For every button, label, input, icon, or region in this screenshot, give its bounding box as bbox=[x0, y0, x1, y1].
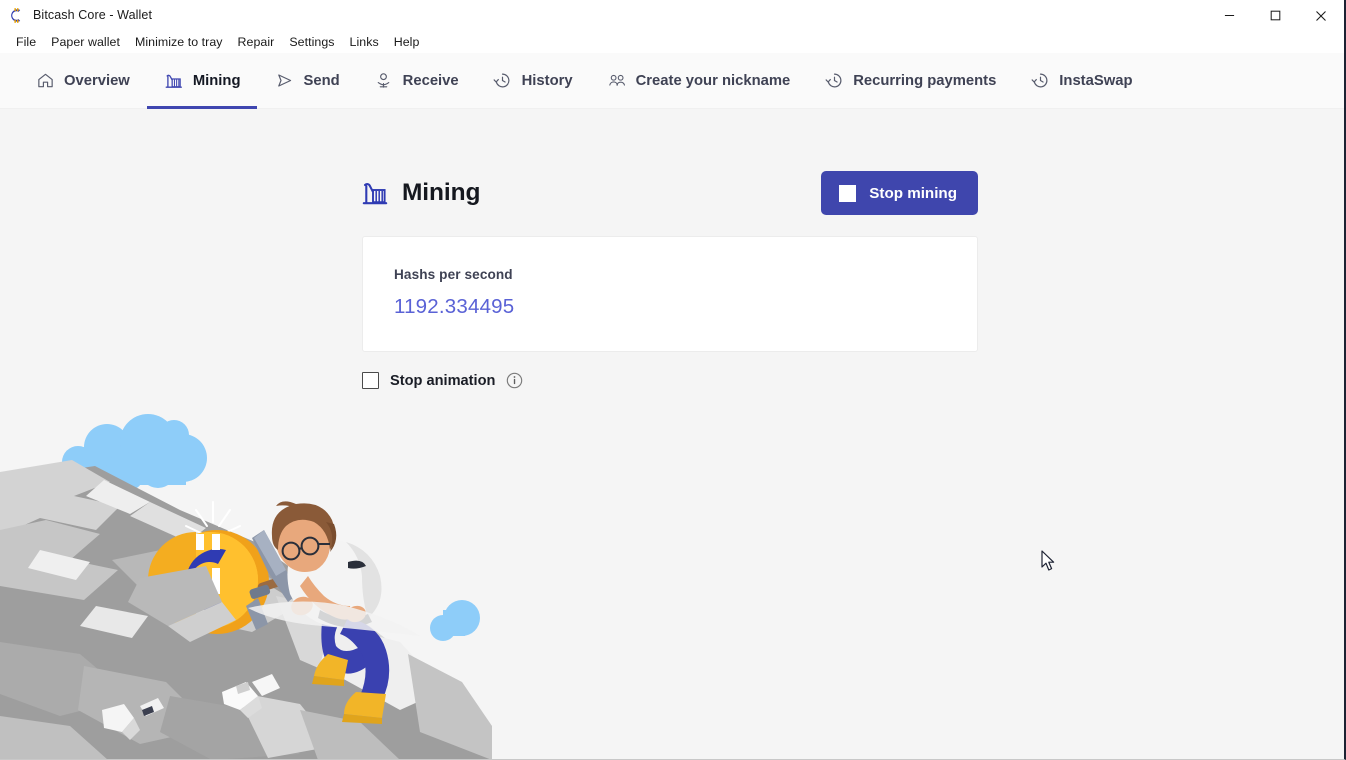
bitcash-coin-icon bbox=[148, 530, 269, 634]
info-circle-icon[interactable] bbox=[506, 372, 523, 389]
send-paper-plane-icon bbox=[274, 71, 294, 91]
tab-label: InstaSwap bbox=[1059, 72, 1133, 89]
tab-create-your-nickname[interactable]: Create your nickname bbox=[590, 53, 808, 108]
title-bar: Bitcash Core - Wallet bbox=[0, 0, 1344, 31]
tab-label: Receive bbox=[402, 72, 459, 89]
menu-item-file[interactable]: File bbox=[9, 33, 44, 51]
menu-item-repair[interactable]: Repair bbox=[231, 33, 283, 51]
app-window: Bitcash Core - Wallet File Paper wallet … bbox=[0, 0, 1346, 760]
stop-animation-row[interactable]: Stop animation bbox=[362, 372, 523, 389]
minimize-icon bbox=[1224, 14, 1234, 17]
home-icon bbox=[35, 71, 55, 91]
tab-label: History bbox=[521, 72, 573, 89]
menu-item-help[interactable]: Help bbox=[387, 33, 428, 51]
page-title: Mining bbox=[402, 179, 481, 206]
tab-label: Overview bbox=[64, 72, 130, 89]
oil-pump-icon bbox=[362, 179, 388, 207]
tab-label: Send bbox=[303, 72, 340, 89]
menu-item-minimize-to-tray[interactable]: Minimize to tray bbox=[128, 33, 231, 51]
window-title: Bitcash Core - Wallet bbox=[33, 8, 153, 22]
hashrate-value: 1192.334495 bbox=[394, 295, 515, 318]
minimize-button[interactable] bbox=[1206, 0, 1252, 31]
tab-label: Recurring payments bbox=[853, 72, 997, 89]
window-controls bbox=[1206, 0, 1344, 31]
glasses-icon bbox=[281, 536, 330, 561]
tab-recurring-payments[interactable]: Recurring payments bbox=[807, 53, 1013, 108]
clock-history-icon bbox=[1030, 71, 1050, 91]
stop-mining-button[interactable]: Stop mining bbox=[821, 171, 978, 215]
receive-hand-coin-icon bbox=[374, 71, 394, 91]
miner-figure bbox=[271, 501, 390, 724]
tab-send[interactable]: Send bbox=[257, 53, 356, 108]
close-button[interactable] bbox=[1298, 0, 1344, 31]
tab-label: Create your nickname bbox=[635, 72, 791, 89]
oil-pump-icon bbox=[164, 71, 184, 91]
tab-label: Mining bbox=[192, 72, 241, 89]
tab-instaswap[interactable]: InstaSwap bbox=[1013, 53, 1149, 108]
menu-item-paper-wallet[interactable]: Paper wallet bbox=[44, 33, 128, 51]
bitcash-coin-icon bbox=[8, 7, 25, 24]
stop-animation-checkbox[interactable] bbox=[362, 372, 379, 389]
stop-animation-label: Stop animation bbox=[390, 372, 496, 389]
stop-square-icon bbox=[839, 184, 857, 202]
crystal-icon bbox=[102, 674, 280, 740]
stop-mining-label: Stop mining bbox=[869, 184, 957, 202]
cloud-small-icon bbox=[430, 600, 480, 641]
cloud-large-icon bbox=[62, 414, 207, 492]
close-icon bbox=[1316, 10, 1326, 21]
maximize-icon bbox=[1270, 10, 1280, 21]
pickaxe-icon bbox=[246, 530, 362, 630]
clock-history-icon bbox=[824, 71, 844, 91]
sparkle-icon bbox=[185, 501, 241, 535]
rock-mass bbox=[0, 460, 492, 759]
page-title-group: Mining bbox=[362, 179, 480, 207]
mouse-pointer bbox=[1041, 550, 1055, 571]
mining-panel: Mining Stop mining Hashs per second 1192… bbox=[362, 171, 978, 389]
mining-page: Mining Stop mining Hashs per second 1192… bbox=[0, 109, 1344, 759]
users-icon bbox=[607, 71, 627, 91]
menu-item-links[interactable]: Links bbox=[343, 33, 387, 51]
menu-item-settings[interactable]: Settings bbox=[282, 33, 342, 51]
tab-history[interactable]: History bbox=[476, 53, 590, 108]
tab-receive[interactable]: Receive bbox=[357, 53, 476, 108]
tab-mining[interactable]: Mining bbox=[146, 53, 258, 109]
menu-bar: File Paper wallet Minimize to tray Repai… bbox=[0, 31, 1344, 53]
tab-overview[interactable]: Overview bbox=[18, 53, 147, 108]
mining-panel-header: Mining Stop mining bbox=[362, 171, 978, 215]
clock-history-icon bbox=[493, 71, 513, 91]
miner-illustration bbox=[0, 414, 492, 759]
maximize-button[interactable] bbox=[1252, 0, 1298, 31]
hashrate-card: Hashs per second 1192.334495 bbox=[362, 236, 978, 352]
hashrate-label: Hashs per second bbox=[394, 267, 513, 282]
main-tab-bar: Overview Mining Send Receive History Cre… bbox=[0, 53, 1344, 109]
